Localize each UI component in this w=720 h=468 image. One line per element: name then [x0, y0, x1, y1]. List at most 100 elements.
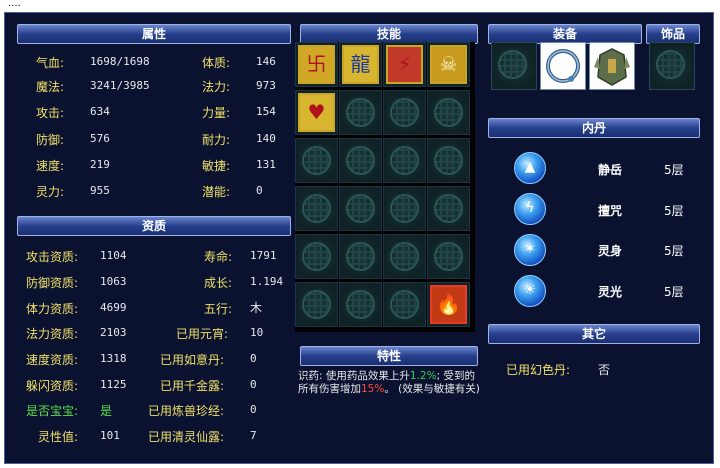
quality-label: 已用清灵仙露:: [148, 430, 225, 444]
empty-slot-icon: [390, 290, 419, 319]
quality-label: 成长:: [204, 276, 233, 290]
aura-orb-icon[interactable]: ☀: [514, 275, 546, 307]
skill-slot[interactable]: ☠: [427, 42, 470, 87]
skill-slot[interactable]: ♥: [295, 90, 338, 135]
fire-icon[interactable]: 🔥: [430, 285, 467, 324]
empty-slot-icon: [656, 50, 685, 79]
equipment-slot-3[interactable]: [589, 42, 635, 90]
quality-label: 灵性值:: [38, 430, 79, 444]
red-heart-icon[interactable]: ♥: [298, 93, 335, 132]
skeleton-icon[interactable]: ☠: [430, 45, 467, 84]
empty-slot-icon: [434, 146, 463, 175]
attr-value: 973: [256, 79, 276, 92]
dan-name: 灵光: [598, 285, 623, 299]
empty-skill-slot[interactable]: [383, 90, 426, 135]
dan-level: 5层: [664, 285, 684, 299]
quality-value: 1063: [100, 275, 127, 288]
empty-skill-slot[interactable]: [295, 138, 338, 183]
attr-value: 146: [256, 55, 276, 68]
quality-value: 是: [100, 404, 113, 418]
empty-skill-slot[interactable]: [427, 90, 470, 135]
other-value: 否: [598, 363, 611, 377]
quality-value: 0: [250, 378, 257, 391]
skill-slot[interactable]: 龍: [339, 42, 382, 87]
skill-slot[interactable]: ⚡: [383, 42, 426, 87]
attr-label: 潜能:: [202, 185, 231, 199]
dan-name: 灵身: [598, 244, 623, 258]
accessory-header: 饰品: [646, 24, 700, 44]
empty-slot-icon: [434, 194, 463, 223]
attr-label: 力量:: [202, 106, 231, 120]
empty-slot-icon: [390, 194, 419, 223]
quality-label: 躲闪资质:: [26, 379, 79, 393]
empty-slot-icon: [434, 242, 463, 271]
equipment-slot-2[interactable]: [540, 42, 586, 90]
red-slash-icon[interactable]: ⚡: [386, 45, 423, 84]
other-header: 其它: [488, 324, 700, 344]
quality-value: 4699: [100, 301, 127, 314]
equipment-header: 装备: [488, 24, 642, 44]
empty-skill-slot[interactable]: [427, 234, 470, 279]
empty-skill-slot[interactable]: [383, 186, 426, 231]
trait-highlight: 1.2%: [409, 370, 437, 382]
mountain-orb-icon[interactable]: ▲: [514, 152, 546, 184]
attr-value: 0: [256, 184, 263, 197]
empty-slot-icon: [302, 146, 331, 175]
quality-label: 已用元宵:: [176, 327, 229, 341]
empty-slot-icon: [302, 242, 331, 271]
red-rune-icon[interactable]: 卐: [298, 45, 335, 84]
empty-skill-slot[interactable]: [383, 282, 426, 327]
empty-skill-slot[interactable]: [339, 282, 382, 327]
quality-label: 是否宝宝:: [26, 404, 79, 418]
empty-slot-icon: [346, 290, 375, 319]
skills-header: 技能: [300, 24, 478, 44]
empty-slot-icon: [346, 146, 375, 175]
skill-grid: 卐龍 ⚡ ☠ ♥ 🔥: [295, 42, 475, 332]
ring-icon: [546, 49, 580, 83]
empty-skill-slot[interactable]: [339, 186, 382, 231]
quality-label: 五行:: [204, 302, 233, 316]
attr-value: 1698/1698: [90, 55, 150, 68]
attr-value: 3241/3985: [90, 79, 150, 92]
attr-label: 敏捷:: [202, 159, 231, 173]
skill-slot[interactable]: 🔥: [427, 282, 470, 327]
attr-label: 灵力:: [36, 185, 65, 199]
attr-label: 耐力:: [202, 133, 231, 147]
attr-value: 955: [90, 184, 110, 197]
traits-header: 特性: [300, 346, 478, 366]
empty-skill-slot[interactable]: [295, 282, 338, 327]
quality-value: 1791: [250, 249, 277, 262]
other-label: 已用幻色丹:: [506, 363, 571, 377]
attr-label: 气血:: [36, 56, 65, 70]
empty-skill-slot[interactable]: [339, 90, 382, 135]
empty-skill-slot[interactable]: [339, 138, 382, 183]
empty-skill-slot[interactable]: [383, 138, 426, 183]
accessory-slot[interactable]: [649, 42, 695, 90]
empty-skill-slot[interactable]: [427, 138, 470, 183]
attr-value: 140: [256, 132, 276, 145]
empty-skill-slot[interactable]: [295, 186, 338, 231]
quality-value: 1.194: [250, 275, 284, 288]
empty-skill-slot[interactable]: [295, 234, 338, 279]
attr-label: 体质:: [202, 56, 231, 70]
quality-value: 1318: [100, 352, 127, 365]
quality-value: 木: [250, 301, 263, 315]
quality-label: 已用如意丹:: [160, 353, 225, 367]
attributes-header: 属性: [17, 24, 291, 44]
equipment-slot-1[interactable]: [491, 42, 537, 90]
skill-slot[interactable]: 卐: [295, 42, 338, 87]
dan-name: 擅咒: [598, 204, 623, 218]
attr-value: 154: [256, 105, 276, 118]
empty-skill-slot[interactable]: [427, 186, 470, 231]
empty-skill-slot[interactable]: [339, 234, 382, 279]
lightning-orb-icon[interactable]: ϟ: [514, 193, 546, 225]
blue-dragon-icon[interactable]: 龍: [342, 45, 379, 84]
empty-slot-icon: [302, 194, 331, 223]
empty-skill-slot[interactable]: [383, 234, 426, 279]
claw-orb-icon[interactable]: ✶: [514, 234, 546, 266]
attr-label: 法力:: [202, 80, 231, 94]
dan-level: 5层: [664, 163, 684, 177]
quality-value: 101: [100, 429, 120, 442]
attr-value: 219: [90, 158, 110, 171]
quality-label: 攻击资质:: [26, 250, 79, 264]
